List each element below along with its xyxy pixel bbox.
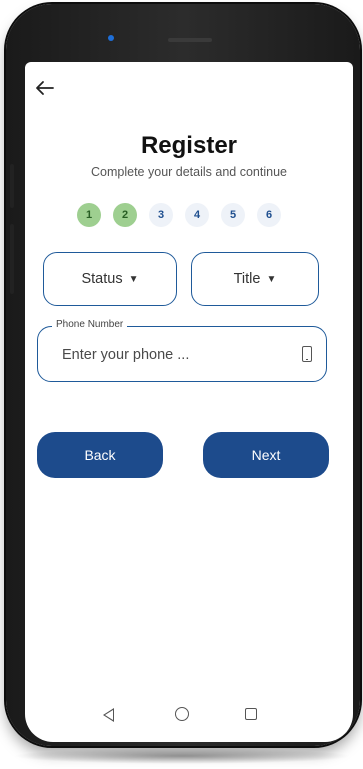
phone-number-input[interactable]	[60, 342, 284, 368]
step-3[interactable]: 3	[149, 203, 173, 227]
earpiece-speaker	[168, 38, 212, 42]
mobile-device-icon	[302, 346, 312, 362]
step-4[interactable]: 4	[185, 203, 209, 227]
phone-number-label: Phone Number	[52, 319, 128, 330]
power-button	[10, 224, 14, 294]
volume-button	[10, 164, 14, 208]
title-dropdown-label: Title	[233, 271, 261, 287]
step-2[interactable]: 2	[113, 203, 137, 227]
page-title: Register	[140, 132, 238, 159]
back-button[interactable]: Back	[37, 432, 163, 478]
square-recent-icon[interactable]	[245, 708, 257, 720]
phone-frame: Register Complete your details and conti…	[6, 4, 360, 746]
step-5[interactable]: 5	[221, 203, 245, 227]
step-indicator: 1 2 3 4 5 6	[77, 203, 281, 227]
circle-home-icon[interactable]	[175, 707, 189, 721]
page-subtitle: Complete your details and continue	[91, 165, 287, 179]
device-shadow	[12, 748, 352, 764]
title-dropdown[interactable]: Title ▼	[191, 252, 319, 306]
step-1[interactable]: 1	[77, 203, 101, 227]
caret-down-icon: ▼	[266, 273, 277, 285]
triangle-back-icon[interactable]	[103, 708, 114, 722]
arrow-left-icon[interactable]	[35, 80, 55, 96]
phone-number-field: Phone Number	[37, 319, 327, 382]
status-dropdown[interactable]: Status ▼	[43, 252, 177, 306]
step-6[interactable]: 6	[257, 203, 281, 227]
caret-down-icon: ▼	[128, 273, 139, 285]
next-button[interactable]: Next	[203, 432, 329, 478]
front-camera	[108, 35, 114, 41]
system-navigation-bar	[25, 700, 353, 730]
app-screen: Register Complete your details and conti…	[25, 62, 353, 742]
status-dropdown-label: Status	[81, 271, 123, 287]
